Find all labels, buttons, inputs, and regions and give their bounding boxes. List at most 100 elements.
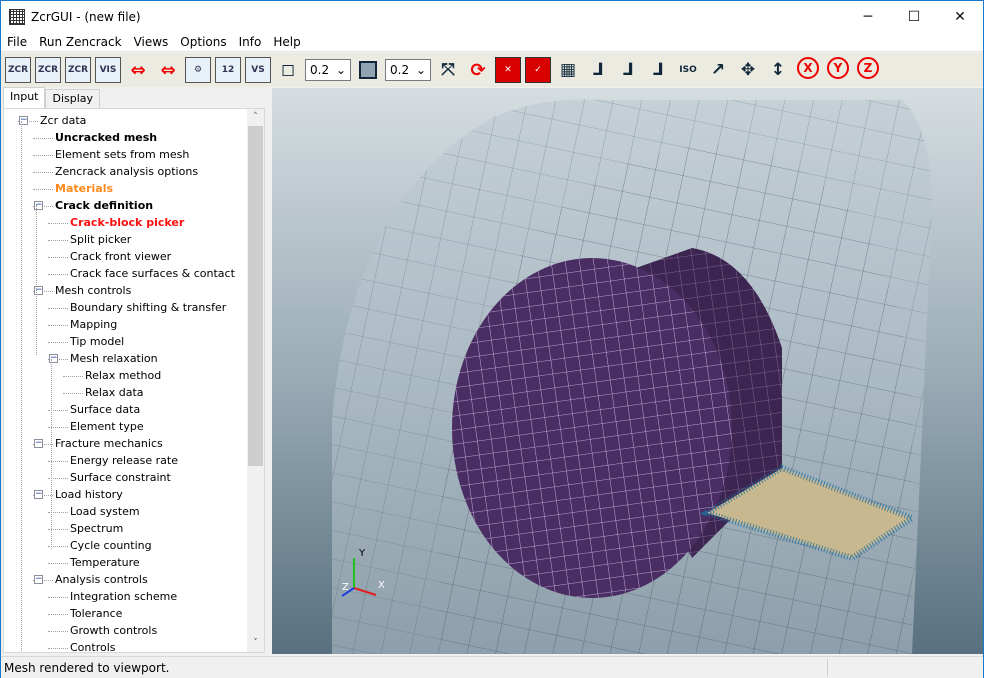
tree-item[interactable]: Temperature bbox=[70, 554, 140, 571]
tree-item[interactable]: Boundary shifting & transfer bbox=[70, 299, 226, 316]
tab-display[interactable]: Display bbox=[45, 89, 101, 109]
tree-item[interactable]: Crack definition bbox=[55, 197, 153, 214]
close-button[interactable]: ✕ bbox=[937, 1, 983, 32]
menu-views[interactable]: Views bbox=[128, 35, 175, 49]
tree-item[interactable]: Crack-block picker bbox=[70, 214, 184, 231]
axis-label-z: Z bbox=[342, 582, 349, 593]
tree-item[interactable]: Surface constraint bbox=[70, 469, 171, 486]
tree-connector bbox=[48, 614, 68, 615]
scroll-up-icon[interactable]: ˄ bbox=[247, 109, 264, 126]
menu-options[interactable]: Options bbox=[174, 35, 232, 49]
scroll-down-icon[interactable]: ˅ bbox=[247, 635, 264, 652]
tree-item[interactable]: Analysis controls bbox=[55, 571, 148, 588]
minimize-button[interactable]: ─ bbox=[845, 1, 891, 32]
tree-connector bbox=[48, 631, 68, 632]
vis-export-icon[interactable]: VIS bbox=[95, 57, 121, 83]
zcr-save-icon[interactable]: ZCR bbox=[65, 57, 91, 83]
3d-viewport[interactable]: Y X Z bbox=[272, 88, 983, 654]
rotate-x-icon[interactable]: X bbox=[797, 57, 819, 79]
tree-item[interactable]: Uncracked mesh bbox=[55, 129, 157, 146]
tree-item[interactable]: Load system bbox=[70, 503, 140, 520]
tree-item[interactable]: Materials bbox=[55, 180, 113, 197]
app-grid-icon bbox=[9, 8, 25, 25]
tree-item[interactable]: Crack face surfaces & contact bbox=[70, 265, 235, 282]
tree-item[interactable]: Zencrack analysis options bbox=[55, 163, 198, 180]
menu-bar: File Run Zencrack Views Options Info Hel… bbox=[1, 32, 983, 52]
collapse-icon[interactable]: − bbox=[34, 575, 43, 584]
tree-item[interactable]: Relax data bbox=[85, 384, 144, 401]
zcr-open-icon[interactable]: ZCR bbox=[35, 57, 61, 83]
collapse-icon[interactable]: − bbox=[34, 490, 43, 499]
solid-opacity-select[interactable]: 0.2 ⌄ bbox=[385, 59, 431, 81]
tree-item[interactable]: Element type bbox=[70, 418, 144, 435]
tree-guide bbox=[21, 121, 22, 651]
fit-to-view-icon[interactable]: ⤧ bbox=[435, 57, 461, 83]
tree-item[interactable]: Mesh relaxation bbox=[70, 350, 158, 367]
tree-item[interactable]: Growth controls bbox=[70, 622, 157, 639]
status-text: Mesh rendered to viewport. bbox=[4, 660, 170, 675]
menu-run-zencrack[interactable]: Run Zencrack bbox=[33, 35, 127, 49]
show-elements-icon[interactable]: ✓ bbox=[525, 57, 551, 83]
tree-scrollbar[interactable]: ˄ ˅ bbox=[247, 109, 264, 652]
tree-item[interactable]: Crack front viewer bbox=[70, 248, 171, 265]
tree-item[interactable]: Controls bbox=[70, 639, 116, 652]
view-xy-icon[interactable]: ⅃ bbox=[585, 57, 611, 83]
tree-connector bbox=[63, 376, 83, 377]
tree-connector bbox=[48, 342, 68, 343]
tree-item[interactable]: Tip model bbox=[70, 333, 124, 350]
scroll-thumb[interactable] bbox=[248, 126, 263, 466]
tree-item[interactable]: Mapping bbox=[70, 316, 117, 333]
maximize-button[interactable]: ☐ bbox=[891, 1, 937, 32]
chevron-down-icon: ⌄ bbox=[335, 63, 346, 77]
zcr-new-icon[interactable]: ZCR bbox=[5, 57, 31, 83]
tree-item[interactable]: Split picker bbox=[70, 231, 131, 248]
menu-help[interactable]: Help bbox=[267, 35, 306, 49]
solid-cube-icon[interactable] bbox=[355, 57, 381, 83]
tree-item[interactable]: Zcr data bbox=[40, 112, 86, 129]
tree-item[interactable]: Surface data bbox=[70, 401, 140, 418]
mesh-notch-icon[interactable]: ⇔ bbox=[155, 57, 181, 83]
status-separator bbox=[827, 659, 828, 677]
menu-file[interactable]: File bbox=[1, 35, 33, 49]
tree-connector bbox=[33, 155, 53, 156]
shapes-icon[interactable]: 12 bbox=[215, 57, 241, 83]
tree-item[interactable]: Integration scheme bbox=[70, 588, 177, 605]
tree-item[interactable]: Fracture mechanics bbox=[55, 435, 163, 452]
tree-connector bbox=[48, 308, 68, 309]
pan-icon[interactable]: ✥ bbox=[735, 57, 761, 83]
tree-item[interactable]: Cycle counting bbox=[70, 537, 152, 554]
zoom-vertical-icon[interactable]: ↕ bbox=[765, 57, 791, 83]
mesh-block-icon[interactable]: ⇔ bbox=[125, 57, 151, 83]
collapse-icon[interactable]: − bbox=[34, 439, 43, 448]
rotate-center-icon[interactable]: ⟳ bbox=[465, 57, 491, 83]
menu-info[interactable]: Info bbox=[233, 35, 268, 49]
tab-input[interactable]: Input bbox=[3, 87, 46, 108]
vs-icon[interactable]: VS bbox=[245, 57, 271, 83]
select-value: 0.2 bbox=[310, 63, 330, 77]
mesh-model: Y X Z bbox=[332, 99, 932, 654]
rotate-y-icon[interactable]: Y bbox=[827, 57, 849, 79]
axis-label-x: X bbox=[378, 580, 385, 591]
settings-gear-icon[interactable]: ⚙ bbox=[185, 57, 211, 83]
tree-connector bbox=[48, 223, 68, 224]
rotate-z-icon[interactable]: Z bbox=[857, 57, 879, 79]
tree-item[interactable]: Mesh controls bbox=[55, 282, 131, 299]
tree-connector bbox=[48, 240, 68, 241]
view-iso-icon[interactable]: ISO bbox=[675, 57, 701, 83]
select-value: 0.2 bbox=[390, 63, 410, 77]
tree-connector bbox=[48, 597, 68, 598]
mesh-grid-icon[interactable]: ▦ bbox=[555, 57, 581, 83]
tree-item[interactable]: Tolerance bbox=[70, 605, 122, 622]
tree-item[interactable]: Load history bbox=[55, 486, 123, 503]
tree-item[interactable]: Spectrum bbox=[70, 520, 123, 537]
view-zy-icon[interactable]: ⅃ bbox=[615, 57, 641, 83]
wireframe-opacity-select[interactable]: 0.2 ⌄ bbox=[305, 59, 351, 81]
tree-item[interactable]: Element sets from mesh bbox=[55, 146, 189, 163]
wireframe-cube-icon[interactable]: ◻ bbox=[275, 57, 301, 83]
tree-item[interactable]: Relax method bbox=[85, 367, 161, 384]
tree-item[interactable]: Energy release rate bbox=[70, 452, 178, 469]
view-xz-icon[interactable]: ⅃ bbox=[645, 57, 671, 83]
tree-connector bbox=[33, 172, 53, 173]
hide-elements-icon[interactable]: ✕ bbox=[495, 57, 521, 83]
curve-icon[interactable]: ↗ bbox=[705, 57, 731, 83]
